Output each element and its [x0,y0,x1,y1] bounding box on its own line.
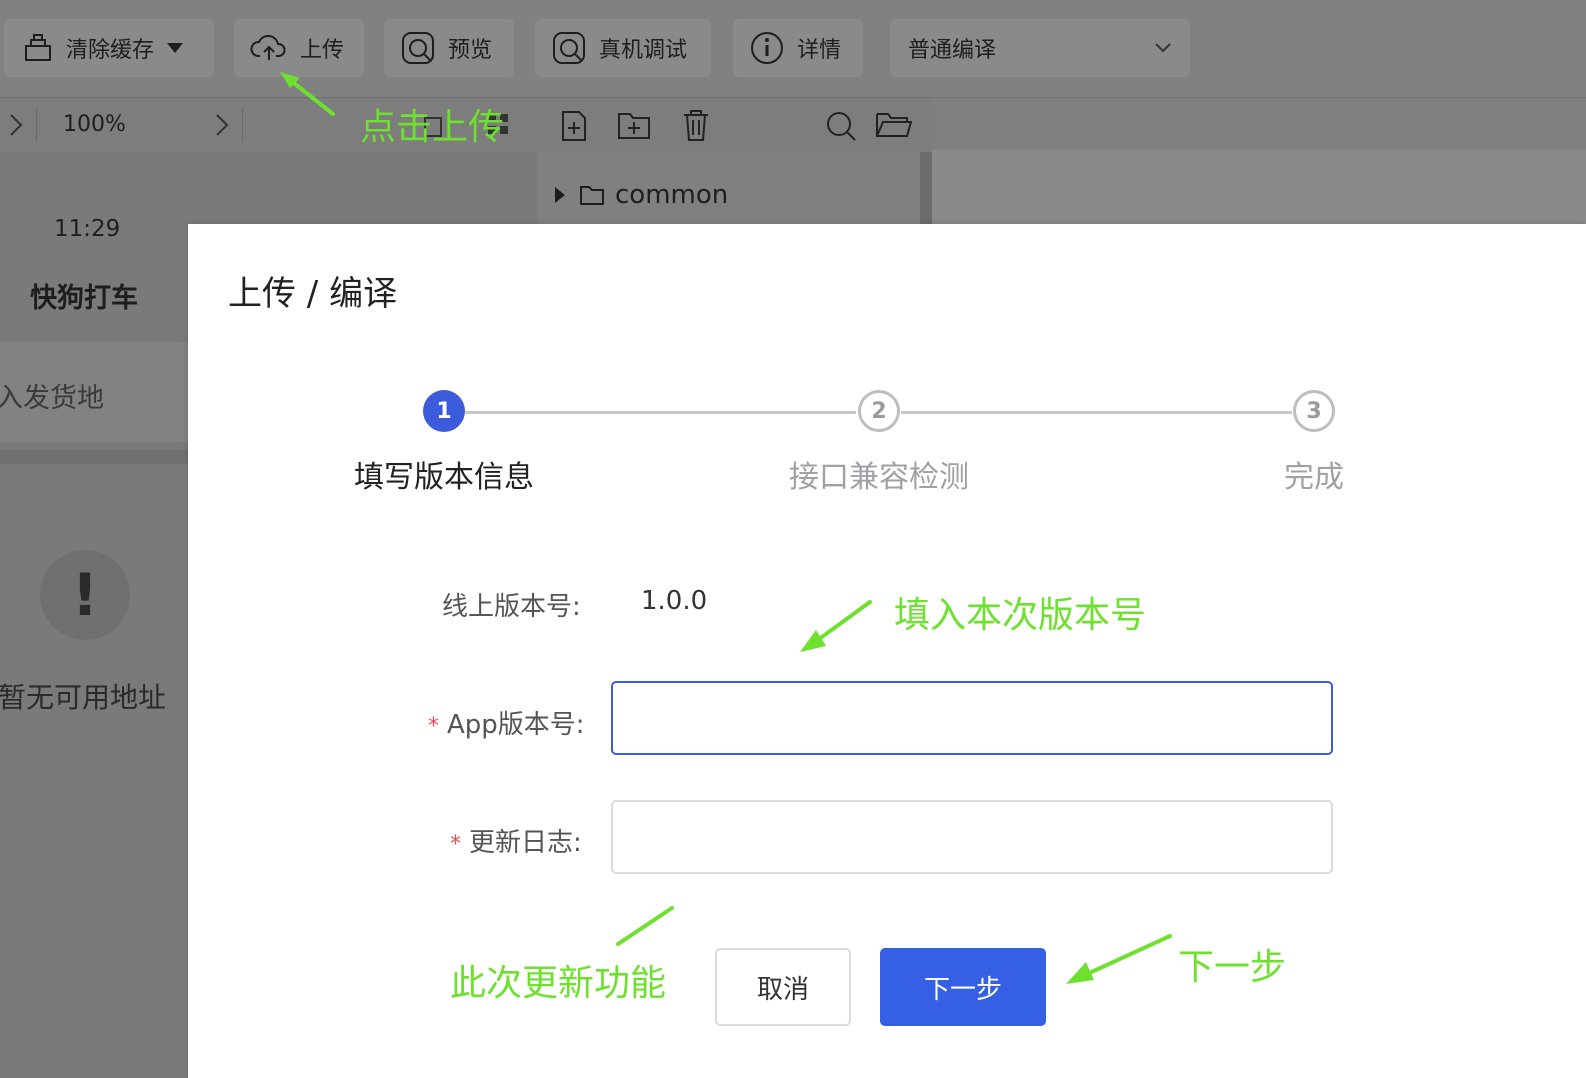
device-debug-button[interactable]: 真机调试 [535,19,711,77]
required-mark: * [450,832,461,857]
step-1-indicator: 1 [423,390,465,432]
caret-down-icon [167,43,184,53]
empty-address-text: 暂无可用地址 [0,681,167,714]
changelog-label-text: 更新日志: [469,828,582,858]
step-1-label: 填写版本信息 [354,460,534,495]
annotation-fill-version: 填入本次版本号 [894,595,1147,636]
online-version-label: 线上版本号: [442,592,581,622]
clear-cache-label: 清除缓存 [66,38,155,63]
divider [242,108,243,142]
folder-open-icon[interactable] [875,110,913,140]
file-tree-panel: common [537,98,920,228]
phone-divider [0,450,188,464]
step-2-indicator: 2 [858,390,900,432]
divider [36,108,37,142]
address-input-placeholder: 入发货地 [0,383,104,414]
tree-item-label: common [615,180,729,210]
cancel-button[interactable]: 取消 [715,948,851,1026]
new-file-icon[interactable] [559,110,589,142]
preview-label: 预览 [448,38,493,63]
panel-splitter[interactable] [920,152,932,228]
app-version-label: * App版本号: [428,704,585,741]
top-toolbar: 清除缓存 上传 预览 真机调试 详情 普通编译 [0,0,1586,98]
upload-button[interactable]: 上传 [234,19,364,77]
address-input-row[interactable]: 入发货地 [0,342,188,442]
annotation-click-upload: 点击上传 [360,107,505,148]
step-2-label: 接口兼容检测 [789,460,969,495]
annotation-update-features: 此次更新功能 [450,963,667,1004]
app-version-input[interactable] [611,681,1333,755]
online-version-value: 1.0.0 [641,586,708,616]
changelog-label: * 更新日志: [450,822,582,859]
app-title: 快狗打车 [30,283,138,314]
compile-mode-select[interactable]: 普通编译 [890,19,1190,77]
cloud-upload-icon [250,34,286,60]
step-connector [465,411,856,414]
folder-icon [580,186,604,205]
warning-icon: ! [40,550,130,640]
status-bar-time: 11:29 [54,216,121,242]
warning-icon-glyph: ! [71,561,99,629]
step-3-indicator: 3 [1293,390,1335,432]
dialog-title: 上传 / 编译 [228,274,398,314]
annotation-next-step: 下一步 [1178,947,1287,988]
new-folder-icon[interactable] [617,110,651,140]
broom-icon [25,34,51,61]
zoom-level[interactable]: 100% [63,112,126,137]
step-connector [901,411,1292,414]
clear-cache-button[interactable]: 清除缓存 [4,19,214,77]
step-3-label: 完成 [1284,460,1344,495]
chevron-down-icon [1155,43,1171,53]
trash-icon[interactable] [681,108,711,142]
preview-button[interactable]: 预览 [384,19,514,77]
upload-compile-dialog: 上传 / 编译 1 2 3 填写版本信息 接口兼容检测 完成 线上版本号: 1.… [188,224,1586,1078]
required-mark: * [428,714,439,739]
changelog-input[interactable] [611,800,1333,874]
chevron-right-icon[interactable] [8,112,24,138]
app-version-label-text: App版本号: [447,710,585,740]
details-button[interactable]: 详情 [733,19,863,77]
search-icon[interactable] [825,110,857,142]
upload-label: 上传 [300,38,345,63]
device-debug-label: 真机调试 [599,38,688,63]
caret-right-icon [555,187,565,203]
compile-mode-value: 普通编译 [908,38,997,63]
info-icon [751,32,783,64]
tree-item-common[interactable]: common [553,180,728,210]
chevron-right-icon[interactable] [214,112,230,138]
device-debug-icon [553,32,585,64]
preview-icon [402,32,434,64]
editor-panel [932,98,1586,228]
details-label: 详情 [797,38,842,63]
next-button[interactable]: 下一步 [880,948,1046,1026]
file-tree-toolbar [537,98,920,152]
editor-tabs-bar [932,98,1586,150]
phone-simulator: 11:29 快狗打车 入发货地 ! 暂无可用地址 [0,152,188,1078]
